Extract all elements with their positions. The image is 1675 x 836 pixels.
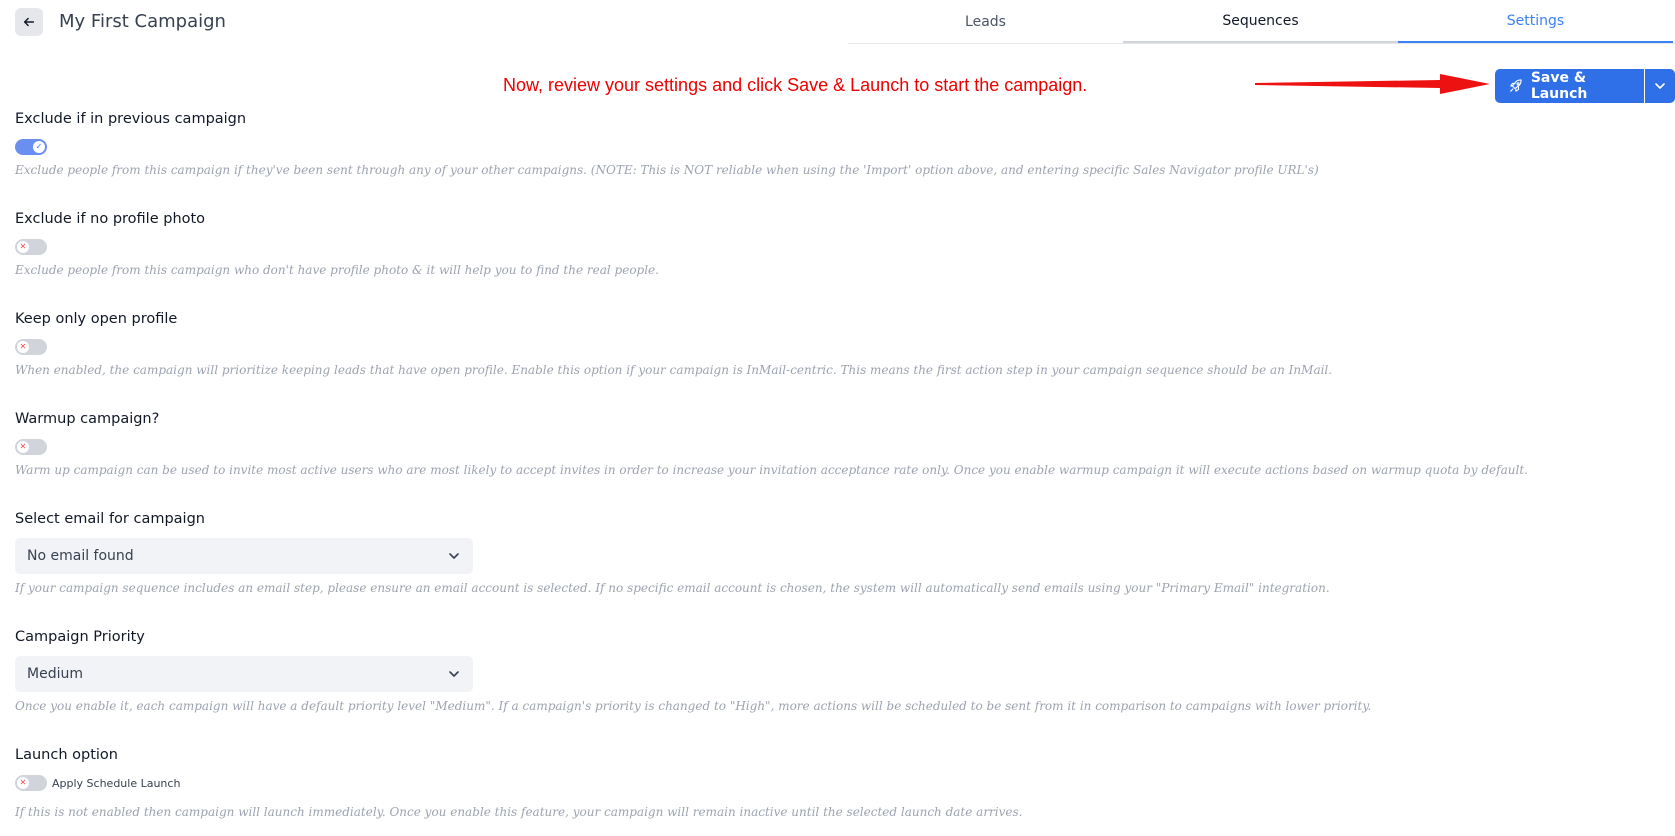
setting-description: If this is not enabled then campaign wil… [15, 805, 1023, 819]
setting-description: Once you enable it, each campaign will h… [15, 699, 1372, 713]
toggle-switch[interactable]: ✓ [15, 139, 47, 155]
email-select-value: No email found [27, 548, 134, 564]
arrow-left-icon [23, 17, 35, 27]
setting-title: Keep only open profile [15, 311, 178, 327]
priority-select-value: Medium [27, 666, 83, 682]
save-launch-label: Save & Launch [1530, 70, 1588, 102]
schedule-launch-toggle-row[interactable]: ✕ Apply Schedule Launch [15, 775, 180, 791]
save-launch-button[interactable]: Save & Launch [1495, 69, 1644, 103]
tab-settings[interactable]: Settings [1398, 0, 1673, 43]
setting-description: Exclude people from this campaign who do… [15, 263, 659, 277]
annotation-arrow-icon [1255, 74, 1490, 94]
setting-title: Exclude if no profile photo [15, 211, 206, 227]
toggle-exclude-no-photo[interactable]: ✕ [15, 239, 47, 255]
setting-warmup: Warmup campaign? [15, 411, 159, 427]
back-button[interactable] [15, 8, 43, 36]
x-icon: ✕ [17, 241, 29, 253]
instruction-annotation: Now, review your settings and click Save… [503, 75, 1088, 95]
check-icon: ✓ [33, 141, 45, 153]
page-title: My First Campaign [59, 11, 226, 32]
setting-title: Campaign Priority [15, 629, 145, 645]
chevron-down-icon [449, 553, 459, 559]
toggle-warmup[interactable]: ✕ [15, 439, 47, 455]
setting-description: If your campaign sequence includes an em… [15, 581, 1330, 595]
email-select[interactable]: No email found [15, 538, 473, 574]
x-icon: ✕ [17, 441, 29, 453]
toggle-exclude-previous[interactable]: ✓ [15, 139, 47, 155]
save-launch-group: Save & Launch [1495, 69, 1675, 103]
toggle-open-profile[interactable]: ✕ [15, 339, 47, 355]
tab-leads[interactable]: Leads [848, 0, 1123, 43]
setting-title: Select email for campaign [15, 511, 205, 527]
chevron-down-icon [1654, 83, 1665, 89]
toggle-switch[interactable]: ✕ [15, 239, 47, 255]
toggle-label: Apply Schedule Launch [52, 776, 181, 790]
x-icon: ✕ [17, 777, 29, 789]
setting-title: Launch option [15, 747, 118, 763]
toggle-switch[interactable]: ✕ [15, 775, 47, 791]
x-icon: ✕ [17, 341, 29, 353]
email-select-box[interactable]: No email found [15, 538, 473, 574]
setting-email: Select email for campaign [15, 511, 205, 527]
toggle-switch[interactable]: ✕ [15, 439, 47, 455]
setting-launch: Launch option [15, 747, 118, 763]
priority-select-box[interactable]: Medium [15, 656, 473, 692]
top-bar: My First Campaign Leads Sequences Settin… [0, 0, 1675, 44]
priority-select[interactable]: Medium [15, 656, 473, 692]
launch-options-dropdown[interactable] [1643, 69, 1675, 103]
setting-title: Exclude if in previous campaign [15, 111, 247, 127]
tab-bar: Leads Sequences Settings [848, 0, 1675, 44]
rocket-icon [1510, 79, 1522, 92]
chevron-down-icon [449, 671, 459, 677]
tab-sequences[interactable]: Sequences [1123, 0, 1398, 43]
setting-description: Exclude people from this campaign if the… [15, 163, 1319, 177]
toggle-switch[interactable]: ✕ [15, 339, 47, 355]
setting-priority: Campaign Priority [15, 629, 145, 645]
setting-open-profile: Keep only open profile [15, 311, 177, 327]
setting-title: Warmup campaign? [15, 411, 160, 427]
setting-exclude-no-photo: Exclude if no profile photo [15, 211, 205, 227]
setting-exclude-previous: Exclude if in previous campaign [15, 111, 246, 127]
setting-description: Warm up campaign can be used to invite m… [15, 463, 1528, 477]
setting-description: When enabled, the campaign will prioriti… [15, 363, 1333, 377]
